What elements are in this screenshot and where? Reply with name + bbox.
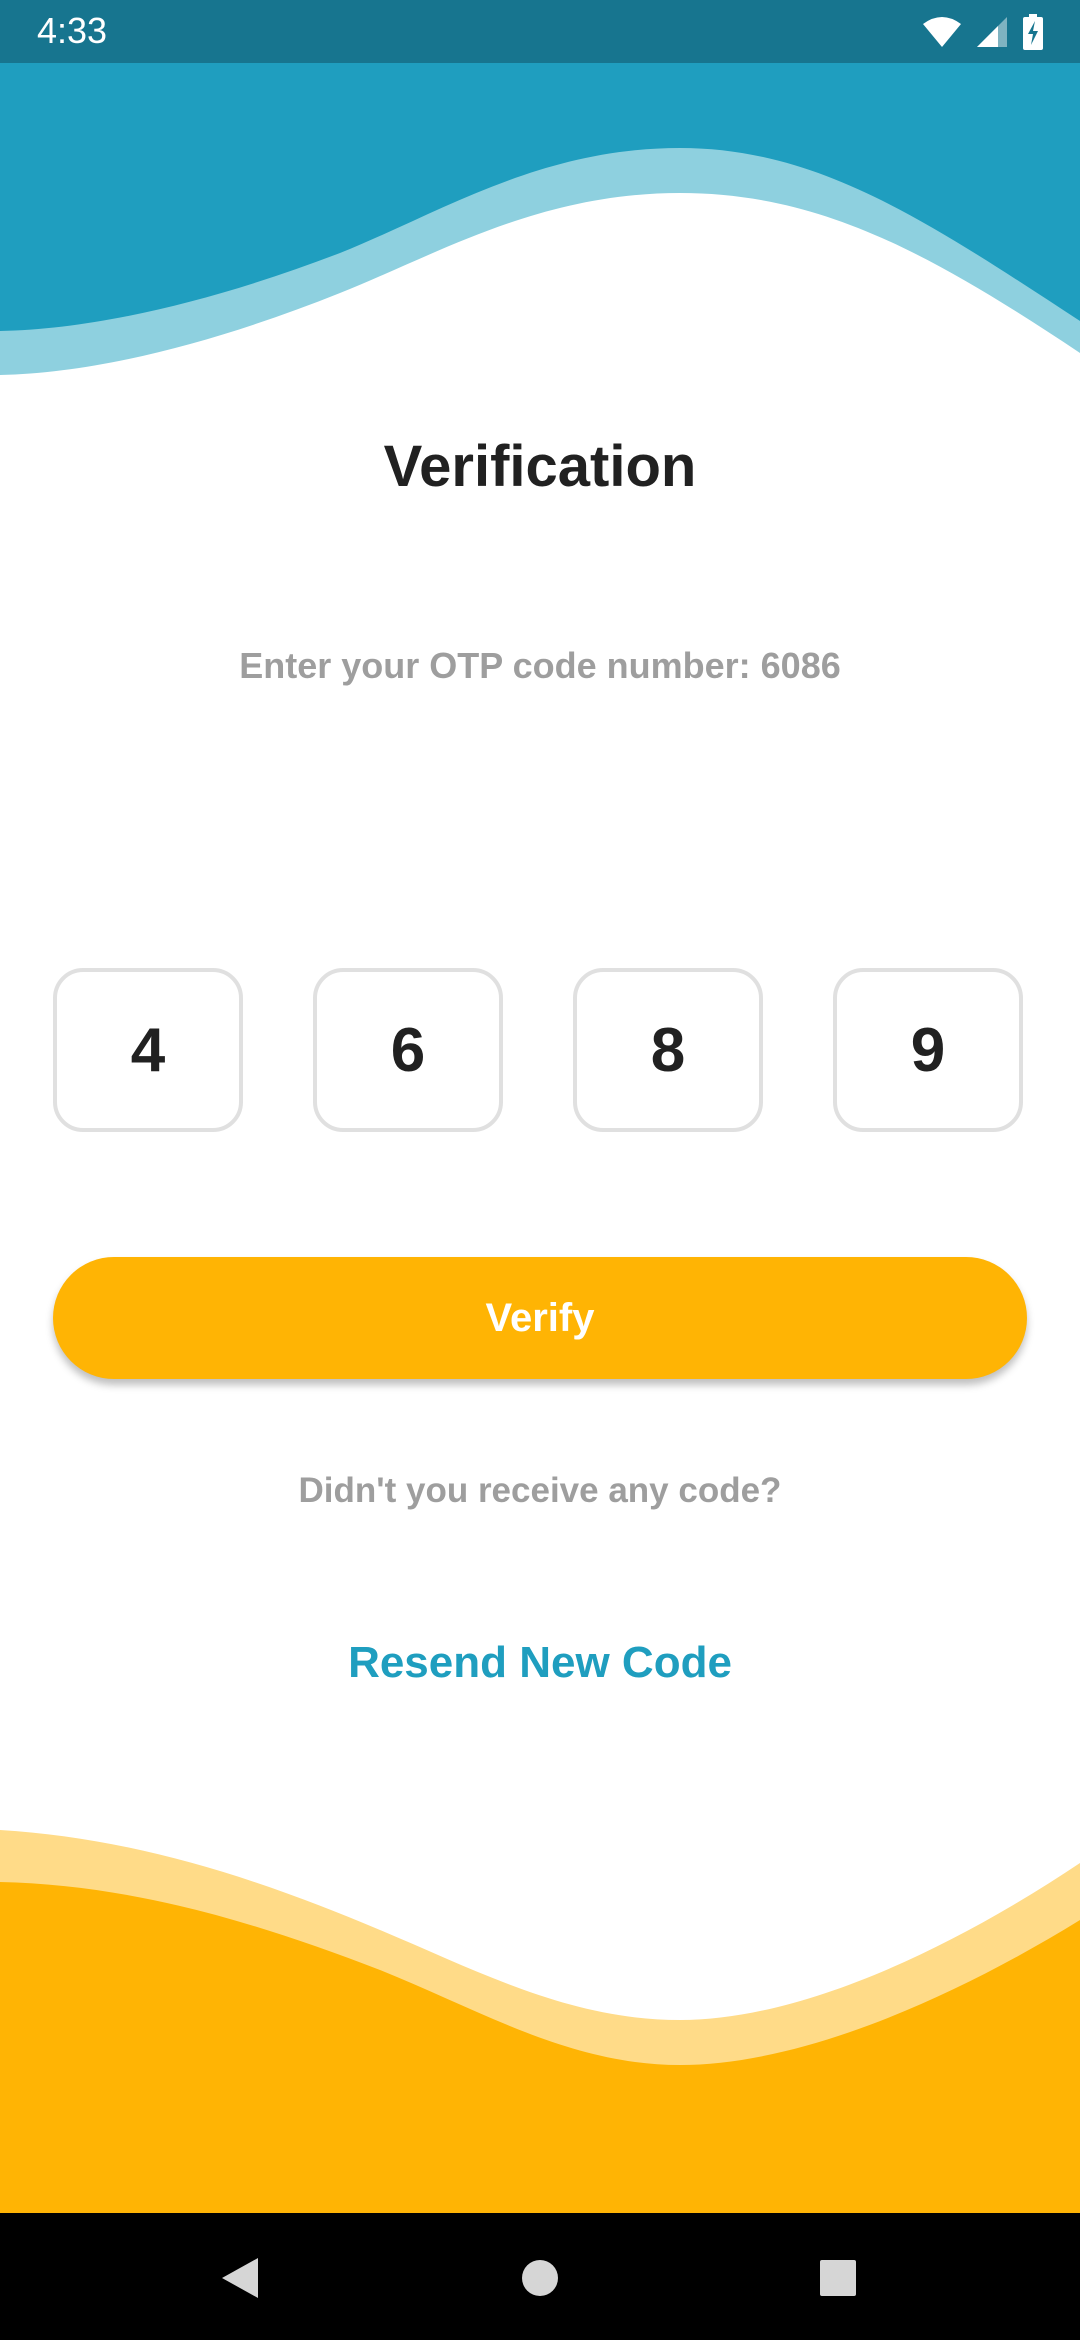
otp-digit-4[interactable]: 9 [833, 968, 1023, 1132]
recents-icon[interactable] [803, 2243, 873, 2313]
verify-button-label: Verify [485, 1295, 595, 1340]
back-icon[interactable] [205, 2243, 275, 2313]
battery-charging-icon [1022, 14, 1044, 50]
status-icons [922, 12, 1044, 52]
status-bar: 4:33 [0, 0, 1080, 63]
status-time: 4:33 [37, 10, 108, 51]
otp-digit-3[interactable]: 8 [573, 968, 763, 1132]
otp-instruction: Enter your OTP code number: 6086 [239, 645, 841, 686]
resend-prompt: Didn't you receive any code? [298, 1471, 782, 1510]
otp-digit-1[interactable]: 4 [53, 968, 243, 1132]
otp-digit-2[interactable]: 6 [313, 968, 503, 1132]
verify-button[interactable]: Verify [53, 1257, 1027, 1379]
home-icon[interactable] [505, 2243, 575, 2313]
cell-signal-icon [976, 16, 1008, 48]
wifi-icon [922, 16, 962, 48]
resend-code-link[interactable]: Resend New Code [0, 1636, 1080, 1690]
header-wave [0, 63, 1080, 375]
footer-wave [0, 1830, 1080, 2213]
navigation-bar [0, 2213, 1080, 2340]
page-title: Verification [383, 434, 697, 499]
